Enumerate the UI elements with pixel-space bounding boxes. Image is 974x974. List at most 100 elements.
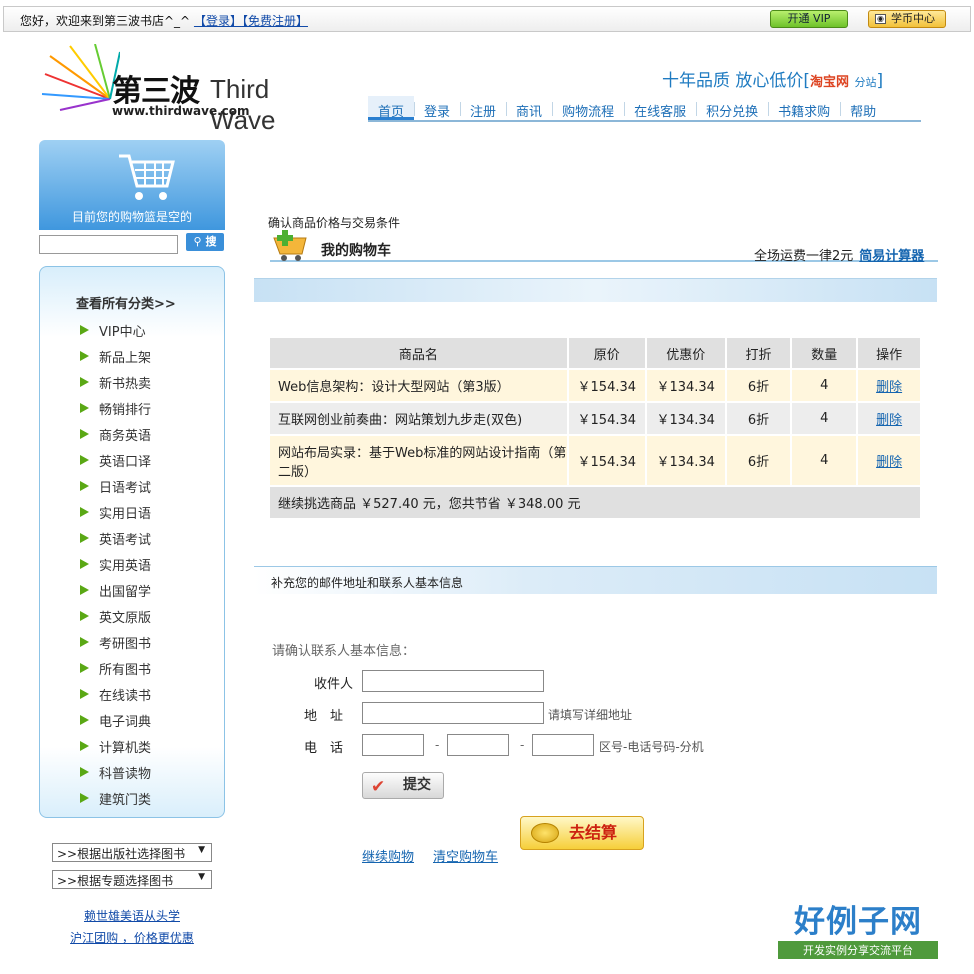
- address-field[interactable]: [362, 702, 544, 724]
- category-label: 在线读书: [99, 688, 152, 704]
- category-label: VIP中心: [99, 324, 146, 340]
- topic-select[interactable]: >>根据专题选择图书 ▼: [52, 870, 212, 889]
- calculator-link[interactable]: 简易计算器: [859, 249, 924, 264]
- action-cell: 删除: [858, 436, 920, 485]
- extension-field[interactable]: [532, 734, 594, 756]
- arrow-right-icon: [80, 585, 89, 595]
- category-item[interactable]: 新书热卖: [80, 369, 151, 395]
- arrow-right-icon: [80, 611, 89, 621]
- greeting: 您好，欢迎来到第三波书店^_^ 【登录】【免费注册】: [20, 12, 308, 29]
- nav-points[interactable]: 积分兑换: [696, 96, 768, 120]
- area-code-field[interactable]: [362, 734, 424, 756]
- search-icon: ⚲: [193, 235, 202, 248]
- nav-book-request[interactable]: 书籍求购: [768, 96, 840, 120]
- category-item[interactable]: 实用日语: [80, 499, 151, 525]
- quantity: 4: [792, 370, 857, 401]
- nav-home[interactable]: 首页: [368, 96, 415, 120]
- category-label: 计算机类: [99, 740, 152, 756]
- header-sale: 优惠价: [646, 338, 725, 368]
- site-logo[interactable]: 第三波 Third Wave www.thirdwave.com: [40, 44, 340, 135]
- category-item[interactable]: 新品上架: [80, 343, 151, 369]
- header-price: 原价: [568, 338, 645, 368]
- category-item[interactable]: 出国留学: [80, 577, 151, 603]
- delete-link[interactable]: 删除: [876, 380, 902, 395]
- search-area: ⚲ 搜: [39, 233, 225, 255]
- phone-number-field[interactable]: [447, 734, 509, 756]
- login-link[interactable]: 【登录】: [194, 14, 242, 28]
- nav-help[interactable]: 帮助: [840, 96, 886, 120]
- promo-link-groupbuy[interactable]: 沪江团购 ，价格更优惠: [39, 929, 225, 946]
- category-item[interactable]: 商务英语: [80, 421, 151, 447]
- nav-register[interactable]: 注册: [460, 96, 506, 120]
- arrow-right-icon: [80, 637, 89, 647]
- nav-shopping-flow[interactable]: 购物流程: [552, 96, 624, 120]
- category-item[interactable]: 在线读书: [80, 681, 151, 707]
- nav-online-service[interactable]: 在线客服: [624, 96, 696, 120]
- cart-panel[interactable]: 目前您的购物篮是空的: [39, 140, 225, 230]
- category-item[interactable]: 畅销排行: [80, 395, 151, 421]
- category-label: 建筑门类: [99, 792, 152, 808]
- category-item[interactable]: 英文原版: [80, 603, 151, 629]
- main-nav: 首页 登录 注册 商讯 购物流程 在线客服 积分兑换 书籍求购 帮助: [368, 96, 921, 122]
- category-item[interactable]: 建筑门类: [80, 785, 151, 811]
- nav-login[interactable]: 登录: [414, 96, 460, 120]
- category-item[interactable]: 计算机类: [80, 733, 151, 759]
- contact-title: 请确认联系人基本信息：: [272, 644, 416, 659]
- slogan: 十年品质 放心低价[淘宝网 分站]: [662, 66, 883, 91]
- shopping-cart-icon: [119, 154, 175, 200]
- category-item[interactable]: 日语考试: [80, 473, 151, 499]
- arrow-right-icon: [80, 455, 89, 465]
- coins-icon: [531, 823, 559, 843]
- cart-summary: 继续挑选商品 ￥527.40 元，您共节省 ￥348.00 元: [270, 487, 920, 518]
- publisher-select[interactable]: >>根据出版社选择图书 ▼: [52, 843, 212, 862]
- category-item[interactable]: 科普读物: [80, 759, 151, 785]
- arrow-right-icon: [80, 481, 89, 491]
- receiver-field[interactable]: [362, 670, 544, 692]
- table-row: 互联网创业前奏曲：网站策划九步走(双色) ￥154.34 ￥134.34 6折 …: [270, 403, 920, 434]
- checkout-button[interactable]: 去结算: [520, 816, 644, 850]
- shipping-text: 全场运费一律2元: [754, 249, 854, 264]
- arrow-right-icon: [80, 767, 89, 777]
- category-item[interactable]: 所有图书: [80, 655, 151, 681]
- address-hint: 请填写详细地址: [548, 708, 633, 722]
- bracket-close: ]: [876, 71, 884, 91]
- promo-link-english[interactable]: 赖世雄美语从头学: [39, 907, 225, 924]
- continue-shopping-link[interactable]: 继续购物: [362, 846, 414, 865]
- coin-center-button[interactable]: ◉ 学币中心: [868, 10, 946, 28]
- publisher-select-value: >>根据出版社选择图书: [57, 847, 186, 861]
- clear-cart-link[interactable]: 清空购物车: [433, 846, 498, 865]
- register-link[interactable]: 【免费注册】: [242, 14, 308, 28]
- header-discount: 打折: [726, 338, 791, 368]
- submit-button[interactable]: ✔ 提交: [362, 772, 444, 799]
- submit-label: 提交: [403, 777, 431, 793]
- slogan-text: 十年品质 放心低价: [662, 71, 804, 91]
- category-item[interactable]: 考研图书: [80, 629, 151, 655]
- delete-link[interactable]: 删除: [876, 455, 902, 470]
- table-header-row: 商品名 原价 优惠价 打折 数量 操作: [270, 338, 920, 368]
- category-label: 电子词典: [99, 714, 152, 730]
- search-button[interactable]: ⚲ 搜: [186, 233, 224, 251]
- arrow-right-icon: [80, 741, 89, 751]
- open-vip-button[interactable]: 开通 VIP: [770, 10, 848, 28]
- sale-price: ￥134.34: [646, 403, 725, 434]
- category-item[interactable]: 电子词典: [80, 707, 151, 733]
- arrow-right-icon: [80, 429, 89, 439]
- search-input[interactable]: [39, 235, 178, 254]
- category-label: 商务英语: [99, 428, 152, 444]
- nav-news[interactable]: 商讯: [506, 96, 552, 120]
- discount: 6折: [726, 436, 791, 485]
- receiver-label: 收件人: [314, 677, 354, 692]
- divider-bar: [254, 278, 937, 302]
- delete-link[interactable]: 删除: [876, 413, 902, 428]
- taobao-logo[interactable]: 淘宝网: [810, 75, 849, 90]
- category-item[interactable]: 英语口译: [80, 447, 151, 473]
- category-item[interactable]: 实用英语: [80, 551, 151, 577]
- categories-title[interactable]: 查看所有分类>>: [76, 293, 176, 312]
- category-item[interactable]: VIP中心: [80, 317, 151, 343]
- phone-separator: -: [520, 738, 525, 752]
- discount: 6折: [726, 370, 791, 401]
- category-item[interactable]: 英语考试: [80, 525, 151, 551]
- top-bar: 您好，欢迎来到第三波书店^_^ 【登录】【免费注册】 开通 VIP ◉ 学币中心: [3, 6, 971, 32]
- category-label: 出国留学: [99, 584, 152, 600]
- sale-price: ￥134.34: [646, 370, 725, 401]
